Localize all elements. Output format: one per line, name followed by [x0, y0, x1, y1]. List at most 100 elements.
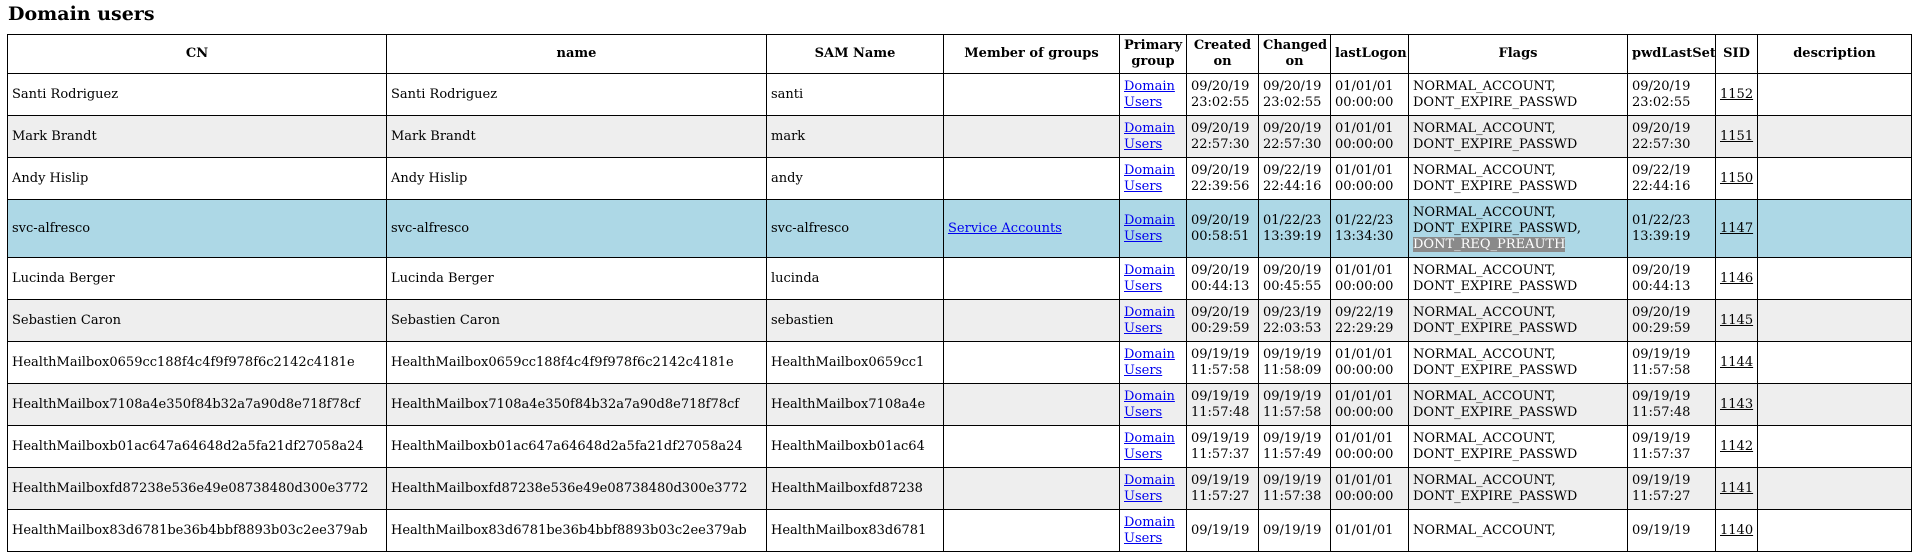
- cell-name: HealthMailbox83d6781be36b4bbf8893b03c2ee…: [386, 509, 767, 552]
- primary-group-link[interactable]: Domain Users: [1124, 515, 1175, 546]
- column-header-cn[interactable]: CN: [7, 34, 387, 74]
- table-row[interactable]: HealthMailbox0659cc188f4c4f9f978f6c2142c…: [7, 341, 1912, 384]
- flag: DONT_EXPIRE_PASSWD: [1413, 178, 1578, 194]
- header-line: Changed: [1263, 38, 1328, 53]
- column-header-lastlogon[interactable]: lastLogon: [1330, 34, 1409, 74]
- table-row[interactable]: HealthMailbox7108a4e350f84b32a7a90d8e718…: [7, 383, 1912, 426]
- column-header-changed-on[interactable]: Changed on: [1258, 34, 1331, 74]
- cell-primary-group: Domain Users: [1119, 425, 1187, 468]
- cell-sid[interactable]: 1147: [1715, 199, 1758, 258]
- sid-value[interactable]: 1145: [1720, 313, 1753, 328]
- table-row[interactable]: Santi Rodriguez Santi Rodriguez santi Do…: [7, 73, 1912, 116]
- link-line: Users: [1124, 178, 1163, 194]
- date: 09/20/19: [1191, 120, 1250, 136]
- cell-flags: NORMAL_ACCOUNT, DONT_EXPIRE_PASSWD: [1408, 383, 1628, 426]
- primary-group-link[interactable]: Domain Users: [1124, 305, 1175, 336]
- cell-sid[interactable]: 1150: [1715, 157, 1758, 200]
- cell-flags: NORMAL_ACCOUNT, DONT_EXPIRE_PASSWD: [1408, 73, 1628, 116]
- cell-changed-on: 09/20/19 00:45:55: [1258, 257, 1331, 300]
- cell-pwdlastset: 09/19/19 11:57:48: [1627, 383, 1716, 426]
- primary-group-link[interactable]: Domain Users: [1124, 431, 1175, 462]
- table-row[interactable]: HealthMailbox83d6781be36b4bbf8893b03c2ee…: [7, 509, 1912, 552]
- table-row[interactable]: Sebastien Caron Sebastien Caron sebastie…: [7, 299, 1912, 342]
- date: 01/22/23: [1632, 212, 1691, 228]
- cell-flags: NORMAL_ACCOUNT,: [1408, 509, 1628, 552]
- cell-sid[interactable]: 1141: [1715, 467, 1758, 510]
- column-header-created-on[interactable]: Created on: [1186, 34, 1259, 74]
- flag: NORMAL_ACCOUNT,: [1413, 522, 1556, 538]
- sid-value[interactable]: 1142: [1720, 439, 1753, 454]
- date: 09/23/19: [1263, 304, 1322, 320]
- sid-value[interactable]: 1150: [1720, 171, 1753, 186]
- cell-sid[interactable]: 1142: [1715, 425, 1758, 468]
- cell-changed-on: 09/20/19 23:02:55: [1258, 73, 1331, 116]
- time: 23:02:55: [1191, 94, 1250, 110]
- cell-sid[interactable]: 1144: [1715, 341, 1758, 384]
- cell-cn: Mark Brandt: [7, 115, 387, 158]
- time: 11:57:27: [1632, 488, 1691, 504]
- cell-sid[interactable]: 1140: [1715, 509, 1758, 552]
- sid-value[interactable]: 1143: [1720, 397, 1753, 412]
- cell-created-on: 09/20/19 23:02:55: [1186, 73, 1259, 116]
- cell-sid[interactable]: 1143: [1715, 383, 1758, 426]
- sid-value[interactable]: 1140: [1720, 523, 1753, 538]
- cell-sid[interactable]: 1145: [1715, 299, 1758, 342]
- date: 09/19/19: [1263, 522, 1322, 538]
- time: 22:44:16: [1632, 178, 1691, 194]
- group-link-service-accounts[interactable]: Service Accounts: [948, 221, 1062, 236]
- table-row-selected[interactable]: svc-alfresco svc-alfresco svc-alfresco S…: [7, 199, 1912, 258]
- primary-group-link[interactable]: Domain Users: [1124, 347, 1175, 378]
- time: 00:00:00: [1335, 446, 1394, 462]
- sid-value[interactable]: 1141: [1720, 481, 1753, 496]
- time: 00:00:00: [1335, 362, 1394, 378]
- primary-group-link[interactable]: Domain Users: [1124, 79, 1175, 110]
- table-row[interactable]: Lucinda Berger Lucinda Berger lucinda Do…: [7, 257, 1912, 300]
- column-header-name[interactable]: name: [386, 34, 767, 74]
- table-row[interactable]: HealthMailboxb01ac647a64648d2a5fa21df270…: [7, 425, 1912, 468]
- table-row[interactable]: Mark Brandt Mark Brandt mark Domain Users…: [7, 115, 1912, 158]
- sid-value[interactable]: 1146: [1720, 271, 1753, 286]
- column-header-pwdlastset[interactable]: pwdLastSet: [1627, 34, 1716, 74]
- cell-flags: NORMAL_ACCOUNT, DONT_EXPIRE_PASSWD: [1408, 467, 1628, 510]
- primary-group-link[interactable]: Domain Users: [1124, 389, 1175, 420]
- cell-description: [1757, 73, 1912, 116]
- primary-group-link[interactable]: Domain Users: [1124, 121, 1175, 152]
- date: 09/19/19: [1632, 472, 1691, 488]
- cell-cn: HealthMailbox83d6781be36b4bbf8893b03c2ee…: [7, 509, 387, 552]
- sid-value[interactable]: 1151: [1720, 129, 1753, 144]
- primary-group-link[interactable]: Domain Users: [1124, 263, 1175, 294]
- link-line: Users: [1124, 446, 1163, 462]
- cell-primary-group: Domain Users: [1119, 157, 1187, 200]
- cell-cn: Santi Rodriguez: [7, 73, 387, 116]
- cell-sid[interactable]: 1151: [1715, 115, 1758, 158]
- date: 01/01/01: [1335, 430, 1394, 446]
- time: 11:57:58: [1632, 362, 1691, 378]
- primary-group-link[interactable]: Domain Users: [1124, 213, 1175, 244]
- link-line: Domain: [1124, 430, 1175, 446]
- sid-value[interactable]: 1152: [1720, 87, 1753, 102]
- flag: DONT_EXPIRE_PASSWD: [1413, 278, 1578, 294]
- column-header-sid[interactable]: SID: [1715, 34, 1758, 74]
- sid-value[interactable]: 1147: [1720, 221, 1753, 236]
- cell-sid[interactable]: 1152: [1715, 73, 1758, 116]
- cell-sid[interactable]: 1146: [1715, 257, 1758, 300]
- primary-group-link[interactable]: Domain Users: [1124, 163, 1175, 194]
- column-header-flags[interactable]: Flags: [1408, 34, 1628, 74]
- flag: DONT_EXPIRE_PASSWD: [1413, 362, 1578, 378]
- time: 00:00:00: [1335, 488, 1394, 504]
- column-header-description[interactable]: description: [1757, 34, 1912, 74]
- time: 00:00:00: [1335, 136, 1394, 152]
- cell-member-of-groups: Service Accounts: [943, 199, 1120, 258]
- table-row[interactable]: Andy Hislip Andy Hislip andy Domain Users…: [7, 157, 1912, 200]
- sid-value[interactable]: 1144: [1720, 355, 1753, 370]
- column-header-primary-group[interactable]: Primary group: [1119, 34, 1187, 74]
- table-row[interactable]: HealthMailboxfd87238e536e49e08738480d300…: [7, 467, 1912, 510]
- cell-changed-on: 09/19/19: [1258, 509, 1331, 552]
- date: 09/19/19: [1191, 522, 1250, 538]
- primary-group-link[interactable]: Domain Users: [1124, 473, 1175, 504]
- column-header-member-of-groups[interactable]: Member of groups: [943, 34, 1120, 74]
- date: 09/20/19: [1632, 78, 1691, 94]
- cell-name: HealthMailbox0659cc188f4c4f9f978f6c2142c…: [386, 341, 767, 384]
- cell-changed-on: 01/22/23 13:39:19: [1258, 199, 1331, 258]
- column-header-sam-name[interactable]: SAM Name: [766, 34, 944, 74]
